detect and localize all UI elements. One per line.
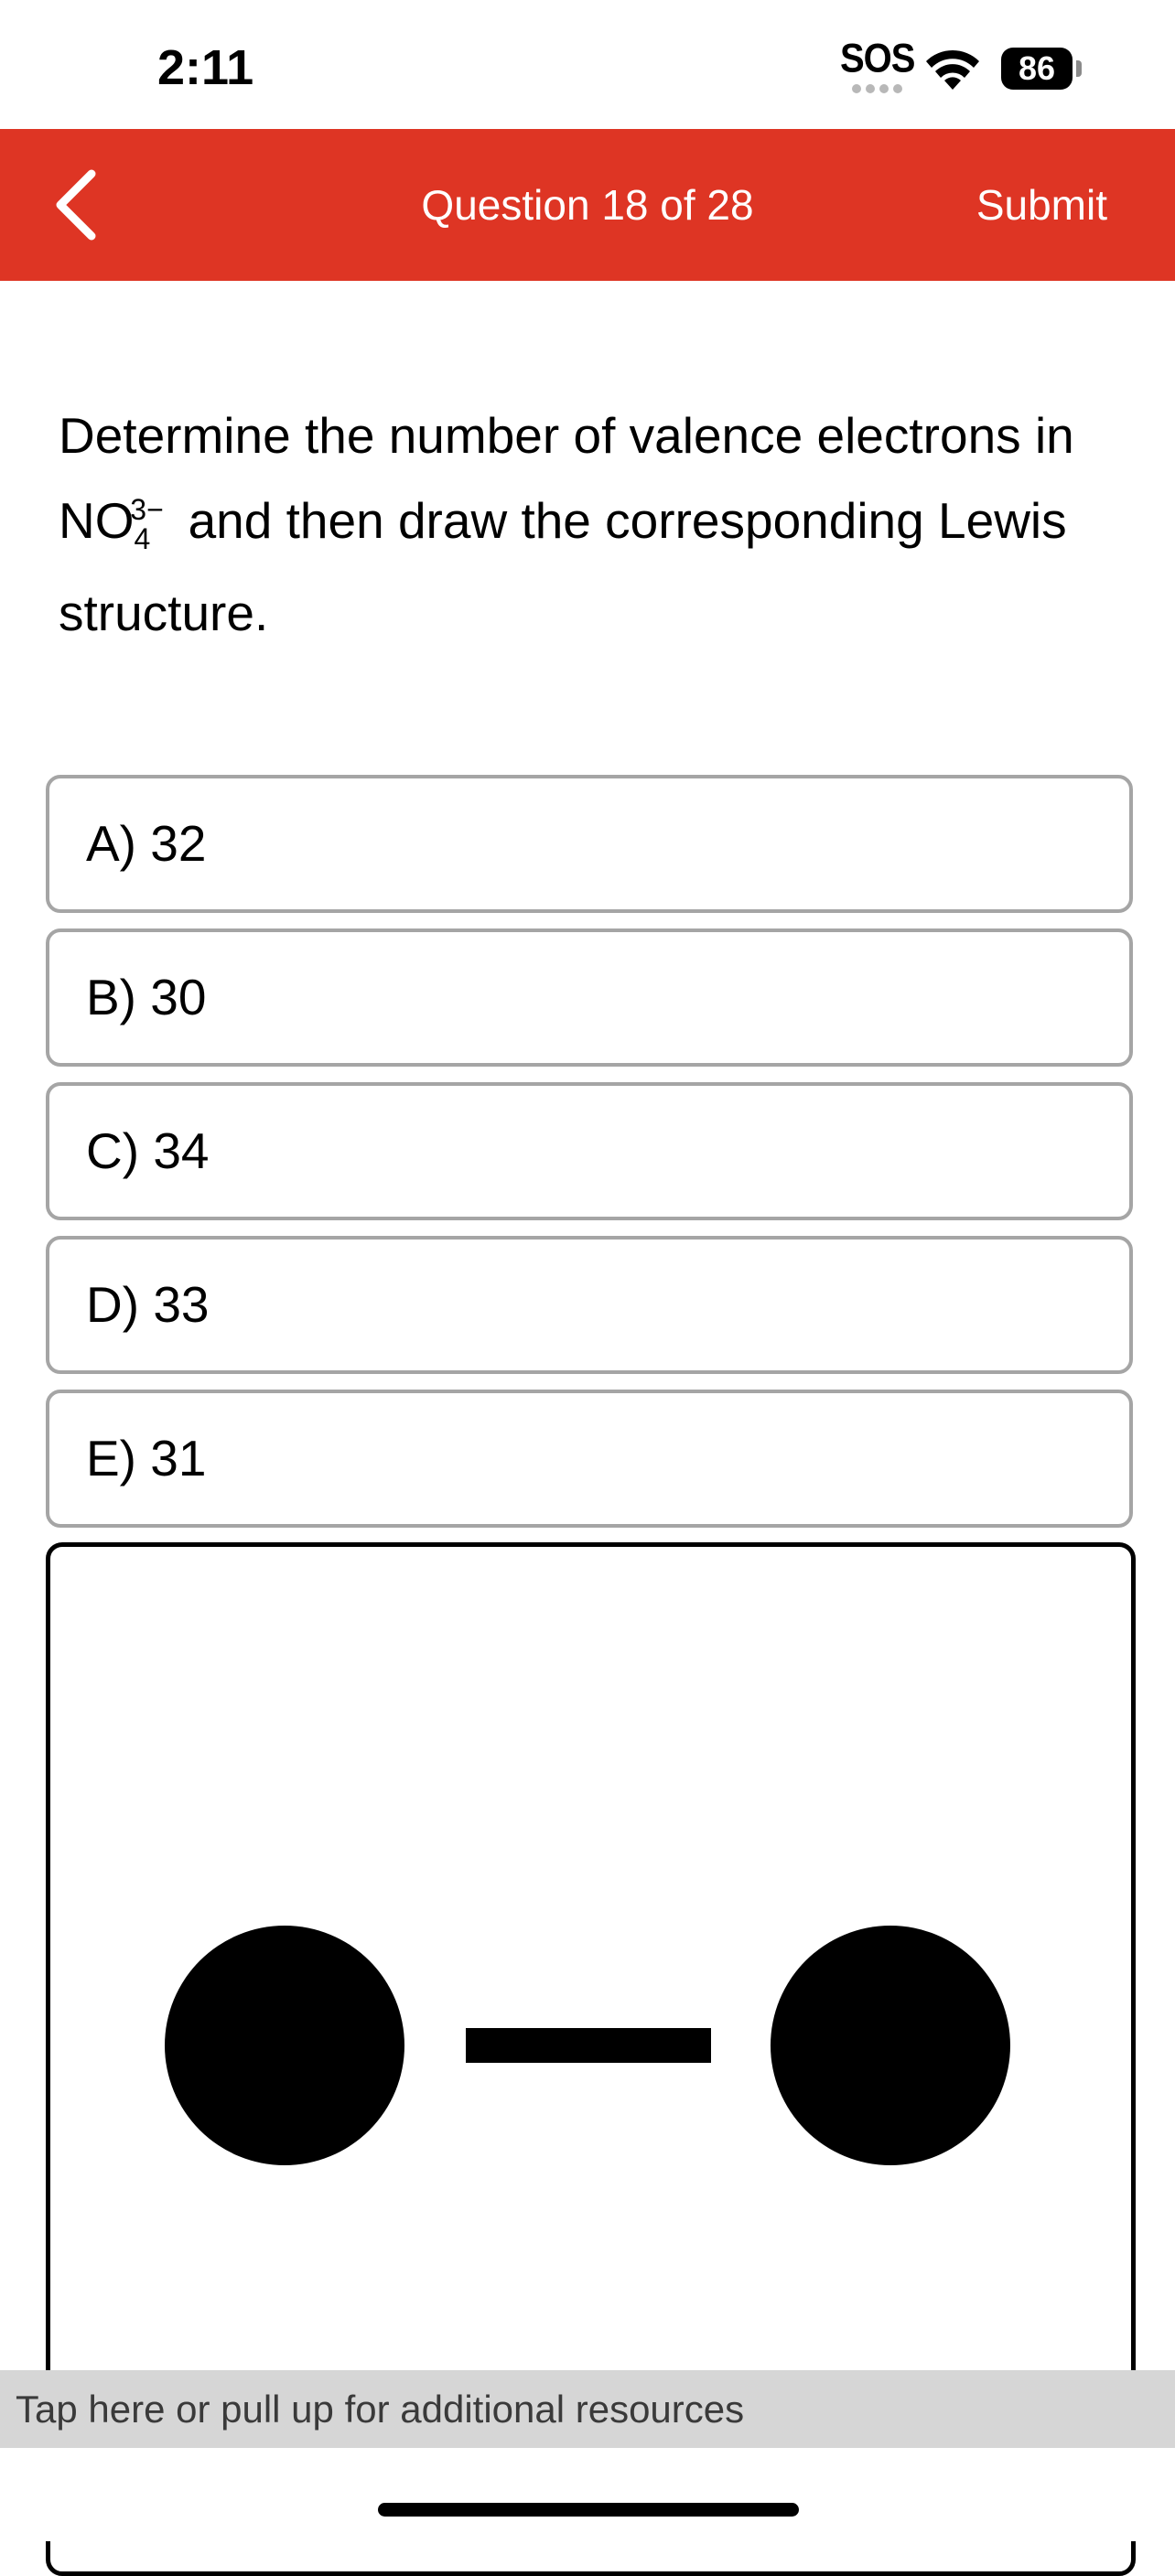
resources-bar[interactable]: Tap here or pull up for additional resou… xyxy=(0,2370,1175,2448)
option-label: E) 31 xyxy=(86,1430,207,1487)
home-indicator[interactable] xyxy=(378,2503,799,2517)
option-label: D) 33 xyxy=(86,1276,210,1333)
question-text-before: Determine the number of valence electron… xyxy=(59,407,1074,464)
option-c[interactable]: C) 34 xyxy=(46,1082,1133,1220)
sos-indicator: SOS xyxy=(840,36,915,93)
battery-icon: 86 xyxy=(1001,48,1073,90)
formula-main: NO xyxy=(59,492,135,549)
question-text-after: and then draw the corresponding Lewis st… xyxy=(59,492,1067,641)
sos-label: SOS xyxy=(840,36,915,81)
bottom-safe-area xyxy=(0,2448,1175,2541)
question-text: Determine the number of valence electron… xyxy=(59,393,1120,656)
submit-button[interactable]: Submit xyxy=(976,129,1107,281)
option-b[interactable]: B) 30 xyxy=(46,928,1133,1067)
formula-superscript: 3− xyxy=(130,493,164,526)
status-bar: 2:11 SOS 86 xyxy=(0,0,1175,129)
option-d[interactable]: D) 33 xyxy=(46,1236,1133,1374)
option-label: B) 30 xyxy=(86,969,207,1025)
option-label: A) 32 xyxy=(86,815,207,872)
nav-bar: Question 18 of 28 Submit xyxy=(0,129,1175,281)
resources-label: Tap here or pull up for additional resou… xyxy=(16,2388,745,2431)
wifi-icon xyxy=(926,49,979,90)
chemical-formula: NO4 3− xyxy=(59,478,164,571)
atom-right[interactable] xyxy=(771,1926,1010,2165)
battery-cap xyxy=(1076,60,1082,77)
chevron-left-icon[interactable] xyxy=(46,161,119,249)
status-time: 2:11 xyxy=(157,40,254,95)
page-title: Question 18 of 28 xyxy=(421,181,754,229)
bond[interactable] xyxy=(466,2028,711,2063)
option-a[interactable]: A) 32 xyxy=(46,775,1133,913)
atom-left[interactable] xyxy=(165,1926,404,2165)
option-label: C) 34 xyxy=(86,1122,210,1179)
signal-dots xyxy=(840,84,913,93)
option-e[interactable]: E) 31 xyxy=(46,1390,1133,1528)
